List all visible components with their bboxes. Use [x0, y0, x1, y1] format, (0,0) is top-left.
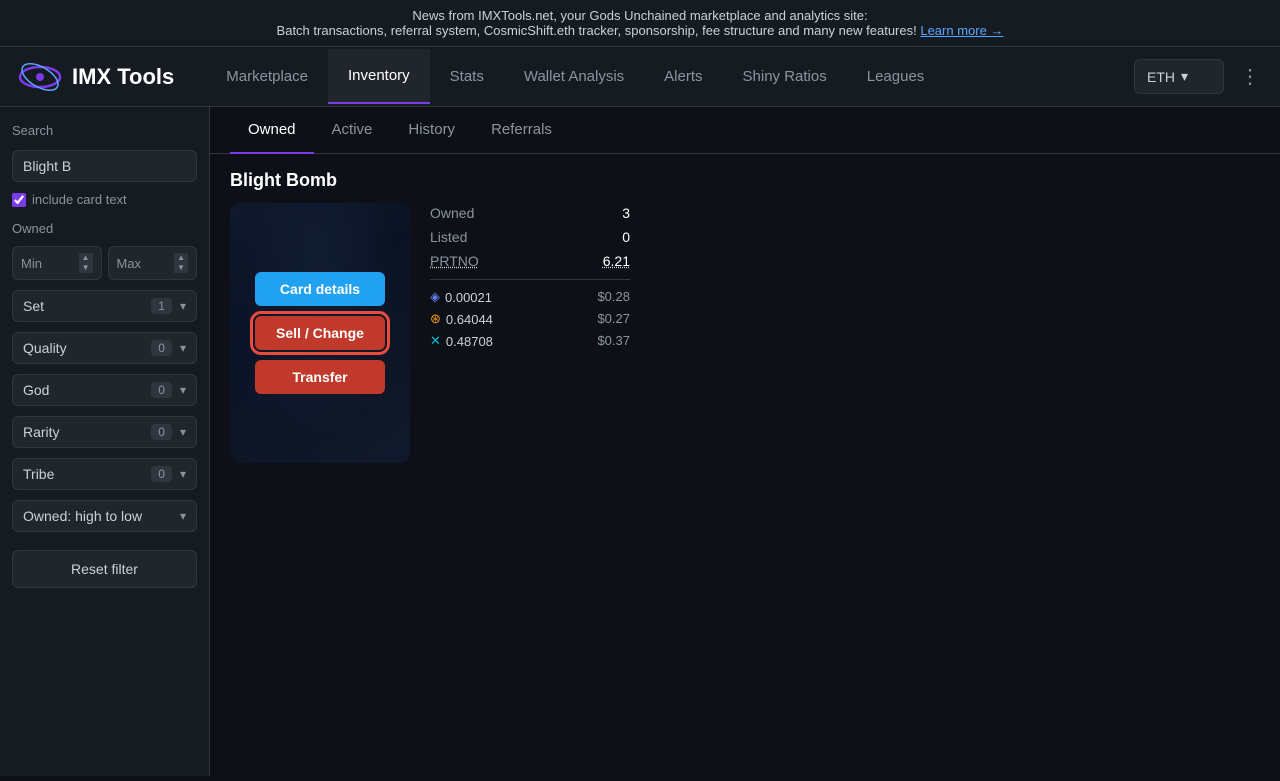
price-imx: ✕ 0.48708 $0.37: [430, 332, 630, 350]
owned-range: Min ▲ ▼ Max ▲ ▼: [12, 246, 197, 280]
quality-chevron-icon: ▾: [180, 341, 186, 355]
tab-active[interactable]: Active: [314, 107, 391, 154]
price-eth: ◈ 0.00021 $0.28: [430, 288, 630, 306]
sort-selector[interactable]: Owned: high to low ▾: [12, 500, 197, 532]
eth-amount: 0.00021: [445, 290, 492, 305]
filter-god[interactable]: God 0 ▾: [12, 374, 197, 406]
search-input[interactable]: [12, 150, 197, 182]
owned-filter-label: Owned: [12, 221, 197, 236]
min-input-wrapper[interactable]: Min ▲ ▼: [12, 246, 102, 280]
imx-amount: 0.48708: [446, 334, 493, 349]
filter-quality[interactable]: Quality 0 ▾: [12, 332, 197, 364]
content-area: Owned Active History Referrals Blight Bo…: [210, 107, 1280, 776]
news-text-1: News from IMXTools.net, your Gods Unchai…: [412, 8, 867, 23]
card-title: Blight Bomb: [230, 170, 1260, 191]
tab-referrals[interactable]: Referrals: [473, 107, 570, 154]
rarity-chevron-icon: ▾: [180, 425, 186, 439]
logo-area: IMX Tools: [16, 59, 174, 95]
filter-set[interactable]: Set 1 ▾: [12, 290, 197, 322]
news-banner: News from IMXTools.net, your Gods Unchai…: [0, 0, 1280, 47]
nav-marketplace[interactable]: Marketplace: [206, 50, 328, 103]
sort-chevron-icon: ▾: [180, 509, 186, 523]
imx-usd: $0.37: [597, 333, 630, 349]
max-label: Max: [117, 256, 142, 271]
stat-listed: Listed 0: [430, 227, 630, 247]
max-spinners: ▲ ▼: [174, 253, 188, 273]
nav-stats[interactable]: Stats: [430, 50, 504, 103]
min-spin-up[interactable]: ▲: [79, 253, 93, 263]
currency-selector[interactable]: ETH ▾: [1134, 59, 1224, 94]
reset-filter-button[interactable]: Reset filter: [12, 550, 197, 588]
include-card-text-label: include card text: [32, 192, 127, 207]
nav-leagues[interactable]: Leagues: [847, 50, 945, 103]
search-label: Search: [12, 123, 197, 138]
nav-wallet-analysis[interactable]: Wallet Analysis: [504, 50, 644, 103]
gods-icon: ⊛: [430, 311, 441, 327]
card-area: Card details Sell / Change Transfer Owne…: [230, 203, 1260, 463]
nav-alerts[interactable]: Alerts: [644, 50, 722, 103]
eth-usd: $0.28: [597, 289, 630, 305]
card-overlay: Card details Sell / Change Transfer: [230, 203, 410, 463]
god-chevron-icon: ▾: [180, 383, 186, 397]
max-input-wrapper[interactable]: Max ▲ ▼: [108, 246, 198, 280]
sidebar: Search include card text Owned Min ▲ ▼ M…: [0, 107, 210, 776]
tab-owned[interactable]: Owned: [230, 107, 314, 154]
stat-owned: Owned 3: [430, 203, 630, 223]
min-label: Min: [21, 256, 42, 271]
max-spin-up[interactable]: ▲: [174, 253, 188, 263]
stat-divider: [430, 279, 630, 280]
header: IMX Tools Marketplace Inventory Stats Wa…: [0, 47, 1280, 107]
main-layout: Search include card text Owned Min ▲ ▼ M…: [0, 107, 1280, 776]
more-options-icon[interactable]: ⋮: [1236, 60, 1264, 93]
tribe-chevron-icon: ▾: [180, 467, 186, 481]
card-section: Blight Bomb Card details Sell / Change T…: [210, 154, 1280, 479]
min-spin-down[interactable]: ▼: [79, 263, 93, 273]
imx-icon: ✕: [430, 333, 441, 349]
eth-icon: ◈: [430, 289, 440, 305]
tabs: Owned Active History Referrals: [210, 107, 1280, 154]
nav-inventory[interactable]: Inventory: [328, 49, 430, 104]
include-card-text-checkbox[interactable]: [12, 193, 26, 207]
main-nav: Marketplace Inventory Stats Wallet Analy…: [206, 49, 1134, 104]
card-details-button[interactable]: Card details: [255, 272, 385, 306]
card-wrapper: Card details Sell / Change Transfer: [230, 203, 410, 463]
header-right: ETH ▾ ⋮: [1134, 59, 1264, 94]
price-gods: ⊛ 0.64044 $0.27: [430, 310, 630, 328]
sell-change-button[interactable]: Sell / Change: [255, 316, 385, 350]
tab-history[interactable]: History: [390, 107, 473, 154]
gods-usd: $0.27: [597, 311, 630, 327]
transfer-button[interactable]: Transfer: [255, 360, 385, 394]
logo-icon: [16, 59, 64, 95]
min-spinners: ▲ ▼: [79, 253, 93, 273]
logo-text: IMX Tools: [72, 64, 174, 90]
set-chevron-icon: ▾: [180, 299, 186, 313]
learn-more-link[interactable]: Learn more →: [920, 23, 1003, 38]
currency-value: ETH: [1147, 69, 1175, 85]
filter-tribe[interactable]: Tribe 0 ▾: [12, 458, 197, 490]
gods-amount: 0.64044: [446, 312, 493, 327]
max-spin-down[interactable]: ▼: [174, 263, 188, 273]
chevron-down-icon: ▾: [1181, 68, 1188, 85]
nav-shiny-ratios[interactable]: Shiny Ratios: [723, 50, 847, 103]
stat-prtno: PRTNO 6.21: [430, 251, 630, 271]
card-stats: Owned 3 Listed 0 PRTNO 6.21: [430, 203, 630, 350]
news-text-2: Batch transactions, referral system, Cos…: [277, 23, 917, 38]
filter-rarity[interactable]: Rarity 0 ▾: [12, 416, 197, 448]
include-card-text-checkbox-row[interactable]: include card text: [12, 192, 197, 207]
